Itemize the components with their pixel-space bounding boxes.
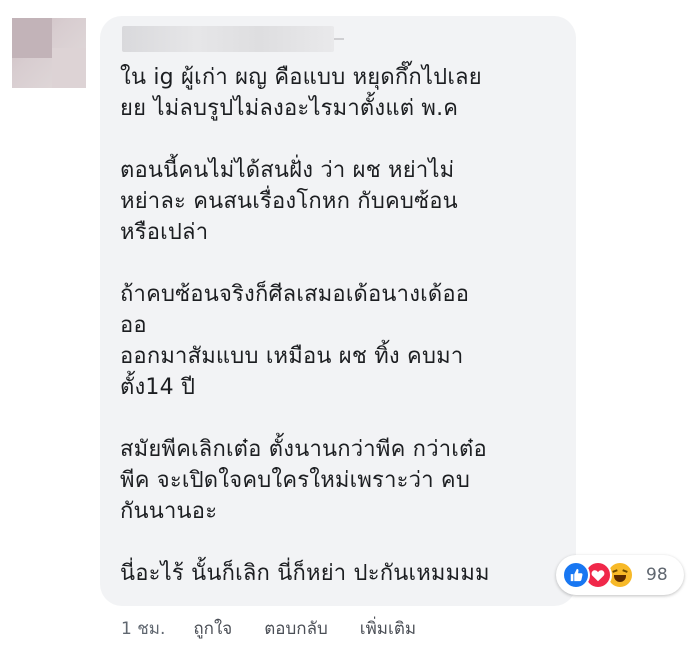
comment-line: สมัยพีคเลิกเต๋อ ตั้งนานกว่าพีค กว่าเต๋อ <box>120 437 487 462</box>
reply-button[interactable]: ตอบกลับ <box>264 615 328 642</box>
author-name-redacted-mark <box>334 38 344 40</box>
like-button[interactable]: ถูกใจ <box>193 615 232 642</box>
comment-line: ใน ig ผู้เก่า ผญ คือแบบ หยุดกึ๊กไปเลย <box>120 65 482 90</box>
thumbs-up-glyph <box>570 568 583 582</box>
comment-line: ออกมาสัมแบบ เหมือน ผช ทิ้ง คบมา <box>120 344 464 369</box>
comment-line: ตั้ง14 ปี <box>120 375 196 400</box>
comment-actions: 1 ชม. ถูกใจ ตอบกลับ เพิ่มเติม <box>121 614 448 642</box>
comment-line: ยย ไม่ลบรูปไม่ลงอะไรมาตั้งแต่ พ.ค <box>120 96 459 121</box>
comment-line: พีค จะเปิดใจคบใครใหม่เพราะว่า คบ <box>120 468 471 493</box>
timestamp-link[interactable]: 1 ชม. <box>121 615 165 642</box>
comment-line: กันนานอะ <box>120 499 218 524</box>
reactions-summary[interactable]: 98 <box>556 555 684 595</box>
comment-line: ถ้าคบซ้อนจริงก็ศีลเสมอเด้อนางเด้ออ <box>120 282 470 307</box>
comment-line: ออ <box>120 313 147 338</box>
face-mouth <box>614 575 626 582</box>
laughing-face <box>610 565 630 585</box>
comment-line: หรือเปล่า <box>120 220 209 245</box>
heart-glyph <box>591 569 605 581</box>
comment-bubble: ใน ig ผู้เก่า ผญ คือแบบ หยุดกึ๊กไปเลย ยย… <box>100 16 576 606</box>
avatar[interactable] <box>12 18 86 88</box>
comment-line: นี่อะไร้ นั้นก็เลิก นี่ก็หย่า ปะกันเหมมม… <box>120 561 490 586</box>
avatar-blur-block <box>12 18 52 58</box>
comment-text: ใน ig ผู้เก่า ผญ คือแบบ หยุดกึ๊กไปเลย ยย… <box>120 62 570 589</box>
like-icon <box>562 561 590 589</box>
avatar-blur-block <box>52 48 86 88</box>
author-name-redacted[interactable] <box>122 26 334 52</box>
comment-line: ตอนนี้คนไม่ได้สนฝั่ง ว่า ผช หย่าไม่ <box>120 158 455 183</box>
reaction-count: 98 <box>646 565 668 585</box>
comment-line: หย่าละ คนสนเรื่องโกหก กับคบซ้อน <box>120 189 458 214</box>
more-button[interactable]: เพิ่มเติม <box>360 615 416 642</box>
